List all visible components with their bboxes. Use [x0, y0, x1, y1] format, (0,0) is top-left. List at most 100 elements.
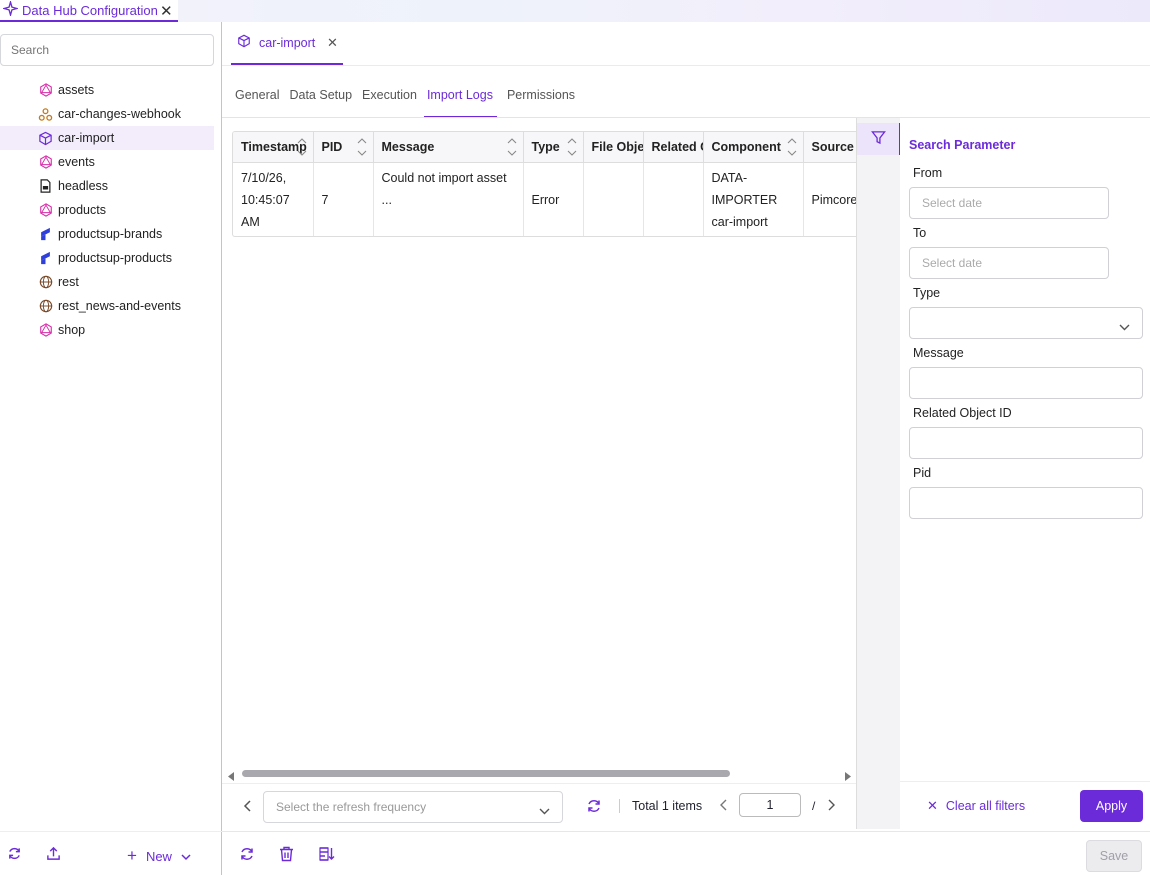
tab-general[interactable]: General: [235, 88, 279, 118]
close-icon[interactable]: ✕: [327, 35, 338, 51]
tree-item-shop[interactable]: shop: [0, 318, 214, 342]
column-header-message[interactable]: Message: [373, 132, 524, 163]
tree-item-car-import[interactable]: car-import: [0, 126, 214, 150]
tab-import-logs[interactable]: Import Logs: [423, 88, 497, 118]
tree-item-label: products: [58, 203, 106, 217]
to-date-input[interactable]: Select date: [909, 247, 1109, 279]
config-tree: assets car-changes-webhook car-import ev…: [0, 78, 214, 342]
chevron-left-icon[interactable]: [243, 800, 251, 815]
filter-tab[interactable]: [857, 123, 901, 155]
scrollbar-thumb[interactable]: [242, 770, 730, 777]
column-header-related[interactable]: Related C: [643, 132, 704, 163]
doc-tab-label: car-import: [259, 35, 316, 50]
refresh-icon[interactable]: [586, 798, 602, 817]
table-row[interactable]: 7/10/26, 10:45:07 AM 7 Could not import …: [233, 162, 856, 236]
column-header-timestamp[interactable]: Timestamp: [233, 132, 314, 163]
clear-filters-button[interactable]: ✕ Clear all filters: [927, 798, 1025, 814]
sort-icon[interactable]: [787, 137, 797, 157]
tree-item-label: car-changes-webhook: [58, 107, 181, 121]
data-hub-icon: [1, 0, 20, 19]
message-input[interactable]: [909, 367, 1143, 399]
tree-item-label: headless: [58, 179, 109, 193]
column-header-type[interactable]: Type: [523, 132, 584, 163]
search-input[interactable]: [0, 34, 214, 66]
tree-item-events[interactable]: events: [0, 150, 214, 174]
globe-icon: [38, 275, 53, 290]
total-items: Total 1 items: [632, 799, 703, 813]
chevron-down-icon: [539, 804, 550, 818]
main-footer: Save: [222, 831, 1150, 875]
column-header-component[interactable]: Component: [703, 132, 804, 163]
from-label: From: [913, 166, 943, 180]
upload-icon[interactable]: [46, 846, 61, 861]
app-tab[interactable]: Data Hub Configuration ✕: [0, 0, 178, 22]
related-object-id-input[interactable]: [909, 427, 1143, 459]
productsup-icon: [38, 251, 53, 266]
column-header-pid[interactable]: PID: [313, 132, 374, 163]
tab-permissions[interactable]: Permissions: [507, 88, 575, 118]
cell-file-object: [583, 162, 644, 236]
reload-icon[interactable]: [239, 846, 255, 865]
sort-icon[interactable]: [507, 137, 517, 157]
tree-item-label: shop: [58, 323, 86, 337]
page-number-input[interactable]: 1: [739, 793, 801, 817]
tree-item-assets[interactable]: assets: [0, 78, 214, 102]
import-icon: [38, 131, 53, 146]
graphql-icon: [38, 155, 53, 170]
scroll-right-icon[interactable]: [844, 769, 851, 784]
tree-item-label: rest: [58, 275, 79, 289]
horizontal-scrollbar[interactable]: [224, 766, 856, 781]
tree-item-rest-news-and-events[interactable]: rest_news-and-events: [0, 294, 214, 318]
globe-icon: [38, 299, 53, 314]
apply-button[interactable]: Apply: [1080, 790, 1143, 822]
chevron-down-icon: [181, 849, 191, 864]
tree-item-label: productsup-brands: [58, 227, 163, 241]
divider: [222, 65, 1150, 66]
sidebar: assets car-changes-webhook car-import ev…: [0, 22, 222, 875]
doc-tab-car-import[interactable]: car-import ✕: [231, 22, 343, 65]
import-icon: [237, 34, 251, 51]
refresh-icon[interactable]: [7, 846, 22, 861]
tab-data-setup[interactable]: Data Setup: [289, 88, 352, 118]
sort-icon[interactable]: [357, 137, 367, 157]
sort-icon[interactable]: [297, 137, 307, 157]
from-date-input[interactable]: Select date: [909, 187, 1109, 219]
productsup-icon: [38, 227, 53, 242]
clear-filters-label: Clear all filters: [945, 799, 1026, 813]
tree-item-rest[interactable]: rest: [0, 270, 214, 294]
save-button[interactable]: Save: [1086, 840, 1142, 872]
main-panel: car-import ✕ General Data Setup Executio…: [222, 22, 1150, 875]
tree-item-productsup-products[interactable]: productsup-products: [0, 246, 214, 270]
column-header-file-object[interactable]: File Objec: [583, 132, 644, 163]
tree-item-label: events: [58, 155, 95, 169]
sort-icon[interactable]: [567, 137, 577, 157]
import-log-table: Timestamp PID Message Type File Objec Re…: [232, 131, 856, 237]
scroll-left-icon[interactable]: [228, 769, 235, 784]
type-select[interactable]: [909, 307, 1143, 339]
top-bar: Data Hub Configuration ✕: [0, 0, 1150, 22]
cell-message: Could not import asset ...: [373, 162, 524, 236]
tree-item-headless[interactable]: headless: [0, 174, 214, 198]
to-label: To: [913, 226, 927, 240]
graphql-icon: [38, 323, 53, 338]
tree-item-productsup-brands[interactable]: productsup-brands: [0, 222, 214, 246]
refresh-frequency-select[interactable]: Select the refresh frequency: [263, 791, 563, 823]
prev-page-icon[interactable]: [719, 799, 727, 814]
tree-item-label: assets: [58, 83, 95, 97]
pid-input[interactable]: [909, 487, 1143, 519]
cell-timestamp: 7/10/26, 10:45:07 AM: [233, 162, 314, 236]
graphql-icon: [38, 83, 53, 98]
next-page-icon[interactable]: [828, 799, 836, 814]
sidebar-footer: + New: [0, 831, 222, 875]
new-button[interactable]: + New: [127, 846, 191, 866]
download-list-icon[interactable]: [319, 846, 335, 865]
column-header-source[interactable]: Source: [803, 132, 856, 163]
cell-pid: 7: [313, 162, 374, 236]
trash-icon[interactable]: [279, 846, 294, 865]
filter-title: Search Parameter: [909, 138, 1016, 152]
tab-execution[interactable]: Execution: [362, 88, 417, 118]
tree-item-car-changes-webhook[interactable]: car-changes-webhook: [0, 102, 214, 126]
close-icon[interactable]: ✕: [160, 2, 173, 20]
pagination-bar: Select the refresh frequency Total 1 ite…: [222, 783, 856, 829]
tree-item-products[interactable]: products: [0, 198, 214, 222]
